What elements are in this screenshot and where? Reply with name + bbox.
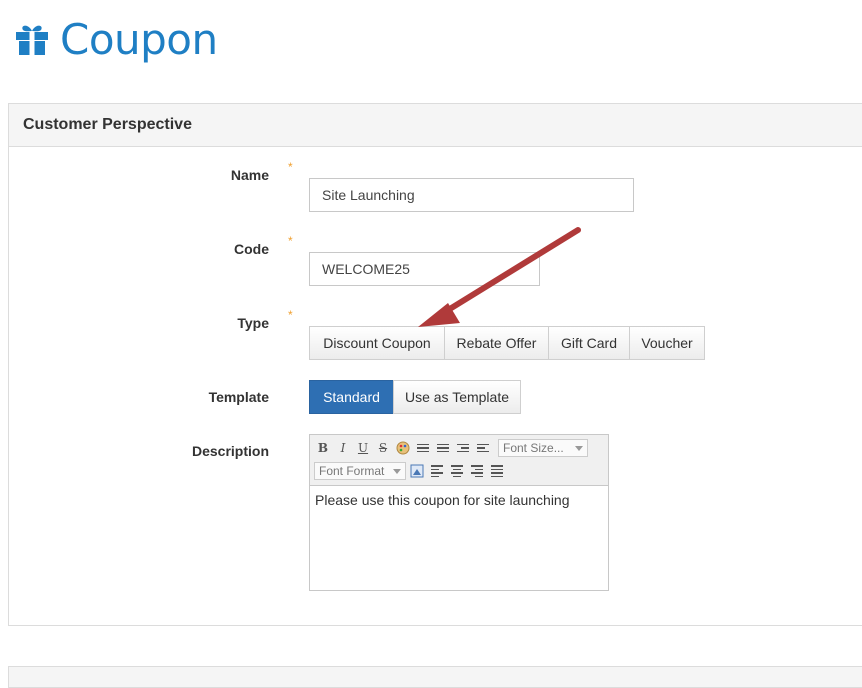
annotation-arrow-icon bbox=[418, 227, 581, 327]
